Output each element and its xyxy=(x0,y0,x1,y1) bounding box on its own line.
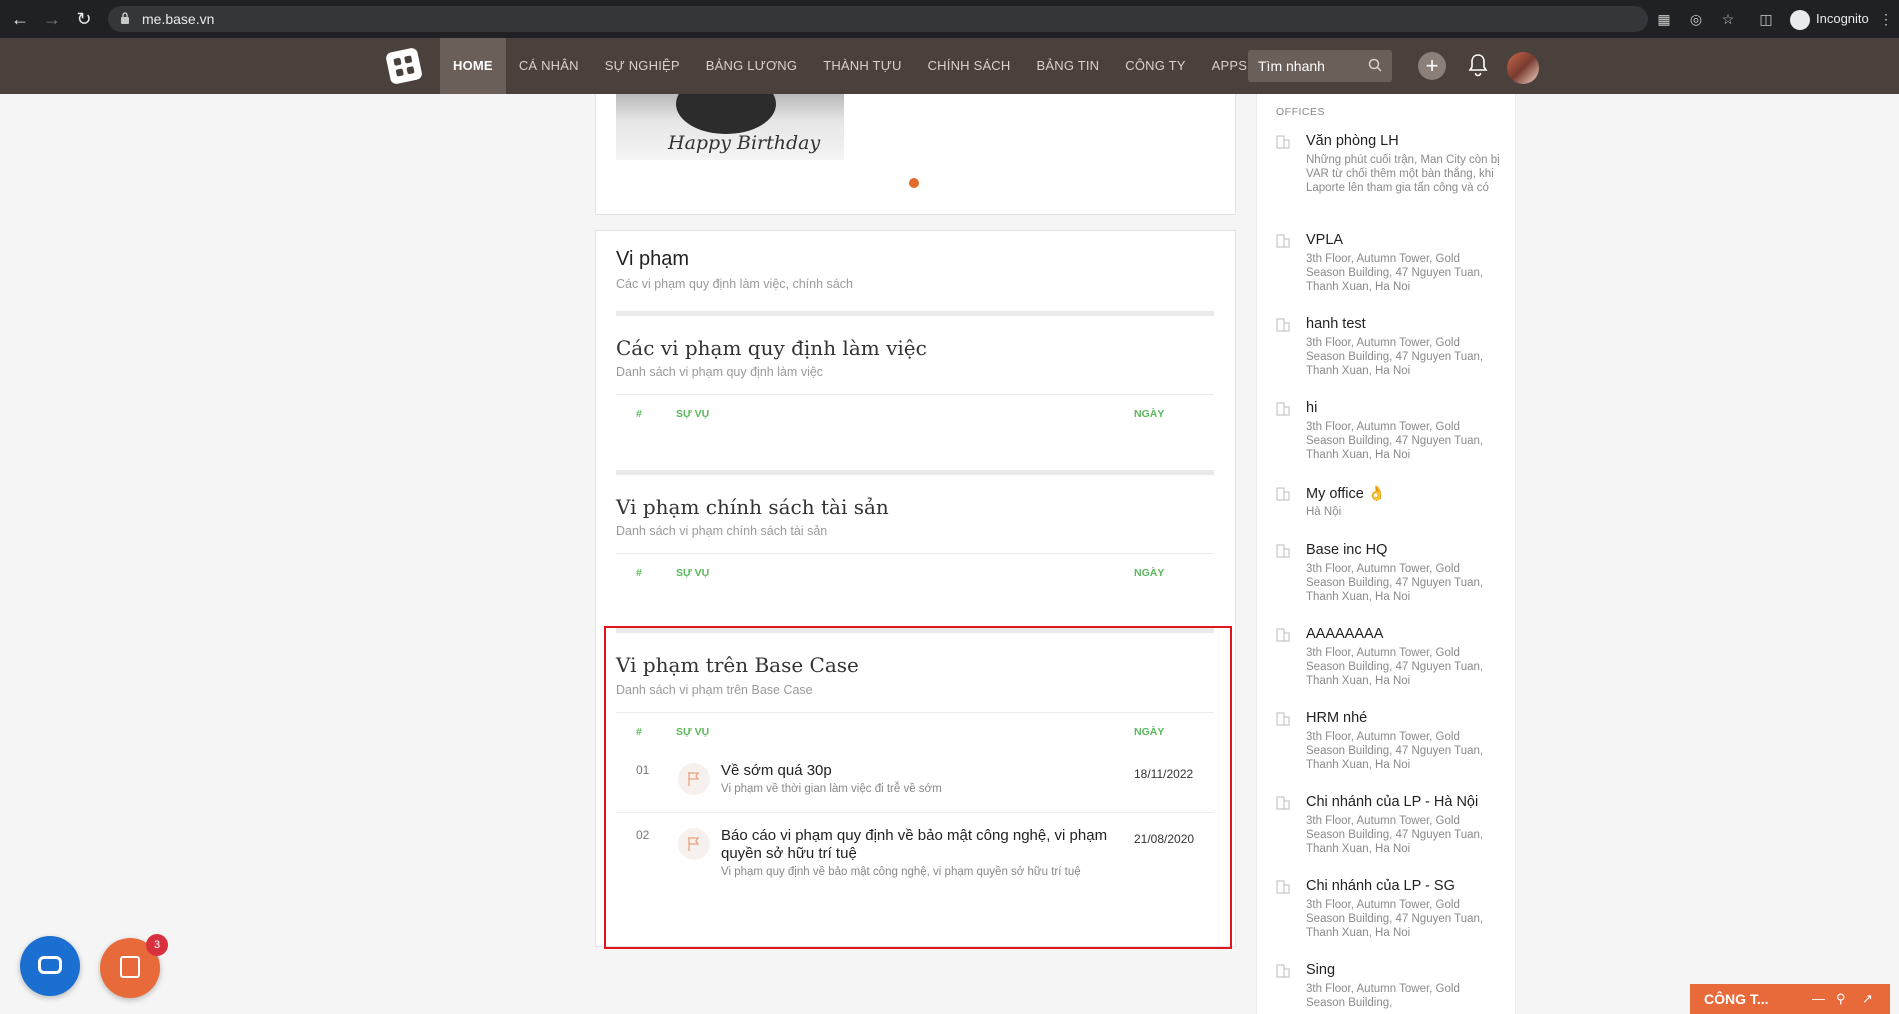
base-logo-icon[interactable] xyxy=(385,47,423,85)
office-name: My office 👌 xyxy=(1306,486,1386,502)
building-icon xyxy=(1276,628,1290,642)
section-subtitle-work-rules: Danh sách vi phạm quy định làm việc xyxy=(616,365,824,379)
browser-menu-icon[interactable]: ⋮ xyxy=(1878,11,1894,27)
nav-item-bang-tin[interactable]: BẢNG TIN xyxy=(1024,38,1113,94)
nav-item-chinh-sach[interactable]: CHÍNH SÁCH xyxy=(915,38,1024,94)
building-icon xyxy=(1276,135,1290,149)
section-subtitle-asset-policy: Danh sách vi phạm chính sách tài sản xyxy=(616,524,828,538)
office-address: 3th Floor, Autumn Tower, Gold Season Bui… xyxy=(1306,563,1484,603)
task-count-badge: 3 xyxy=(146,934,168,956)
building-icon xyxy=(1276,796,1290,810)
chat-button[interactable] xyxy=(20,936,80,996)
add-button[interactable]: + xyxy=(1418,52,1446,80)
incognito-indicator[interactable]: Incognito xyxy=(1790,9,1869,30)
col-header-date: NGÀY xyxy=(1134,408,1165,420)
search-icon[interactable]: ⚲ xyxy=(1836,991,1846,1007)
browser-toolbar: ← → ↻ me.base.vn ▦ ◎ ☆ ◫ Incognito ⋮ xyxy=(0,0,1899,38)
office-address: 3th Floor, Autumn Tower, Gold Season Bui… xyxy=(1306,253,1484,293)
office-name: VPLA xyxy=(1306,232,1344,248)
search-icon xyxy=(1368,58,1382,72)
office-name: hanh test xyxy=(1306,316,1366,332)
address-bar[interactable]: me.base.vn xyxy=(108,6,1648,32)
quick-search-placeholder: Tìm nhanh xyxy=(1258,58,1325,74)
nav-item-thanh-tuu[interactable]: THÀNH TỰU xyxy=(810,38,914,94)
nav-item-bang-luong[interactable]: BẢNG LƯƠNG xyxy=(693,38,810,94)
clipboard-check-icon xyxy=(120,956,140,978)
forward-arrow-icon[interactable]: → xyxy=(42,9,62,29)
building-icon xyxy=(1276,712,1290,726)
building-icon xyxy=(1276,318,1290,332)
office-address: 3th Floor, Autumn Tower, Gold Season Bui… xyxy=(1306,731,1484,771)
nav-item-ca-nhan[interactable]: CÁ NHÂN xyxy=(506,38,592,94)
birthday-image-caption: Happy Birthday xyxy=(668,132,821,154)
col-header-date: NGÀY xyxy=(1134,567,1165,579)
table-divider xyxy=(616,553,1214,554)
table-divider xyxy=(616,394,1214,395)
external-link-icon[interactable]: ↗ xyxy=(1862,991,1873,1007)
incognito-icon xyxy=(1790,9,1810,30)
building-icon xyxy=(1276,544,1290,558)
app-navbar: HOME CÁ NHÂN SỰ NGHIỆP BẢNG LƯƠNG THÀNH … xyxy=(0,38,1899,94)
col-header-case: SỰ VỤ xyxy=(676,567,710,579)
nav-item-apps-label: APPS xyxy=(1211,58,1248,73)
offices-header: OFFICES xyxy=(1276,106,1326,118)
building-icon xyxy=(1276,880,1290,894)
lock-icon xyxy=(121,12,129,24)
chat-icon xyxy=(38,956,62,974)
col-header-num: # xyxy=(636,408,642,420)
section-title-work-rules: Các vi phạm quy định làm việc xyxy=(616,336,927,360)
office-name: Base inc HQ xyxy=(1306,542,1388,558)
back-arrow-icon[interactable]: ← xyxy=(10,9,30,29)
office-name: Sing xyxy=(1306,962,1336,978)
nav-item-home[interactable]: HOME xyxy=(440,38,506,94)
url-text: me.base.vn xyxy=(142,11,215,27)
cake-graphic xyxy=(676,94,776,134)
office-name: HRM nhé xyxy=(1306,710,1368,726)
office-address: 3th Floor, Autumn Tower, Gold Season Bui… xyxy=(1306,899,1484,939)
building-icon xyxy=(1276,964,1290,978)
col-header-case: SỰ VỤ xyxy=(676,408,710,420)
translate-icon[interactable]: ▦ xyxy=(1656,11,1672,27)
incognito-label: Incognito xyxy=(1816,11,1869,26)
minimize-icon[interactable]: — xyxy=(1812,991,1825,1006)
highlight-box xyxy=(604,626,1232,949)
reload-icon[interactable]: ↻ xyxy=(74,9,94,29)
eye-off-icon[interactable]: ◎ xyxy=(1688,11,1704,27)
section-title-asset-policy: Vi phạm chính sách tài sản xyxy=(616,495,889,519)
quick-search-input[interactable]: Tìm nhanh xyxy=(1248,50,1392,82)
office-name: Văn phòng LH xyxy=(1306,133,1399,149)
office-address: 3th Floor, Autumn Tower, Gold Season Bui… xyxy=(1306,815,1484,855)
user-avatar[interactable] xyxy=(1507,52,1539,84)
nav-item-su-nghiep[interactable]: SỰ NGHIỆP xyxy=(592,38,693,94)
side-panel-icon[interactable]: ◫ xyxy=(1758,11,1774,27)
carousel-dot[interactable] xyxy=(909,178,919,188)
office-address: 3th Floor, Autumn Tower, Gold Season Bui… xyxy=(1306,421,1484,461)
col-header-num: # xyxy=(636,567,642,579)
section-divider xyxy=(616,470,1214,475)
section-divider xyxy=(616,311,1214,316)
office-name: AAAAAAAA xyxy=(1306,626,1384,642)
bell-icon[interactable] xyxy=(1466,52,1490,78)
bookmark-star-icon[interactable]: ☆ xyxy=(1720,11,1736,27)
building-icon xyxy=(1276,234,1290,248)
building-icon xyxy=(1276,402,1290,416)
office-name: Chi nhánh của LP - Hà Nội xyxy=(1306,794,1479,810)
office-address: 3th Floor, Autumn Tower, Gold Season Bui… xyxy=(1306,337,1484,377)
office-name: Chi nhánh của LP - SG xyxy=(1306,878,1455,894)
company-panel-label: CÔNG T... xyxy=(1704,991,1769,1007)
nav-item-cong-ty[interactable]: CÔNG TY xyxy=(1112,38,1198,94)
office-address: 3th Floor, Autumn Tower, Gold Season Bui… xyxy=(1306,983,1460,1009)
office-address: Hà Nội xyxy=(1306,506,1342,518)
birthday-image: Happy Birthday xyxy=(616,94,844,160)
violations-title: Vi phạm xyxy=(616,248,690,270)
company-panel[interactable]: CÔNG T... — ⚲ ↗ xyxy=(1690,984,1890,1014)
building-icon xyxy=(1276,487,1290,501)
office-name: hi xyxy=(1306,400,1318,416)
main-menu: HOME CÁ NHÂN SỰ NGHIỆP BẢNG LƯƠNG THÀNH … xyxy=(440,38,1275,94)
office-address: 3th Floor, Autumn Tower, Gold Season Bui… xyxy=(1306,647,1484,687)
office-address: Những phút cuối trận, Man City còn bị VA… xyxy=(1306,154,1500,194)
violations-subtitle: Các vi phạm quy định làm việc, chính sác… xyxy=(616,277,853,291)
